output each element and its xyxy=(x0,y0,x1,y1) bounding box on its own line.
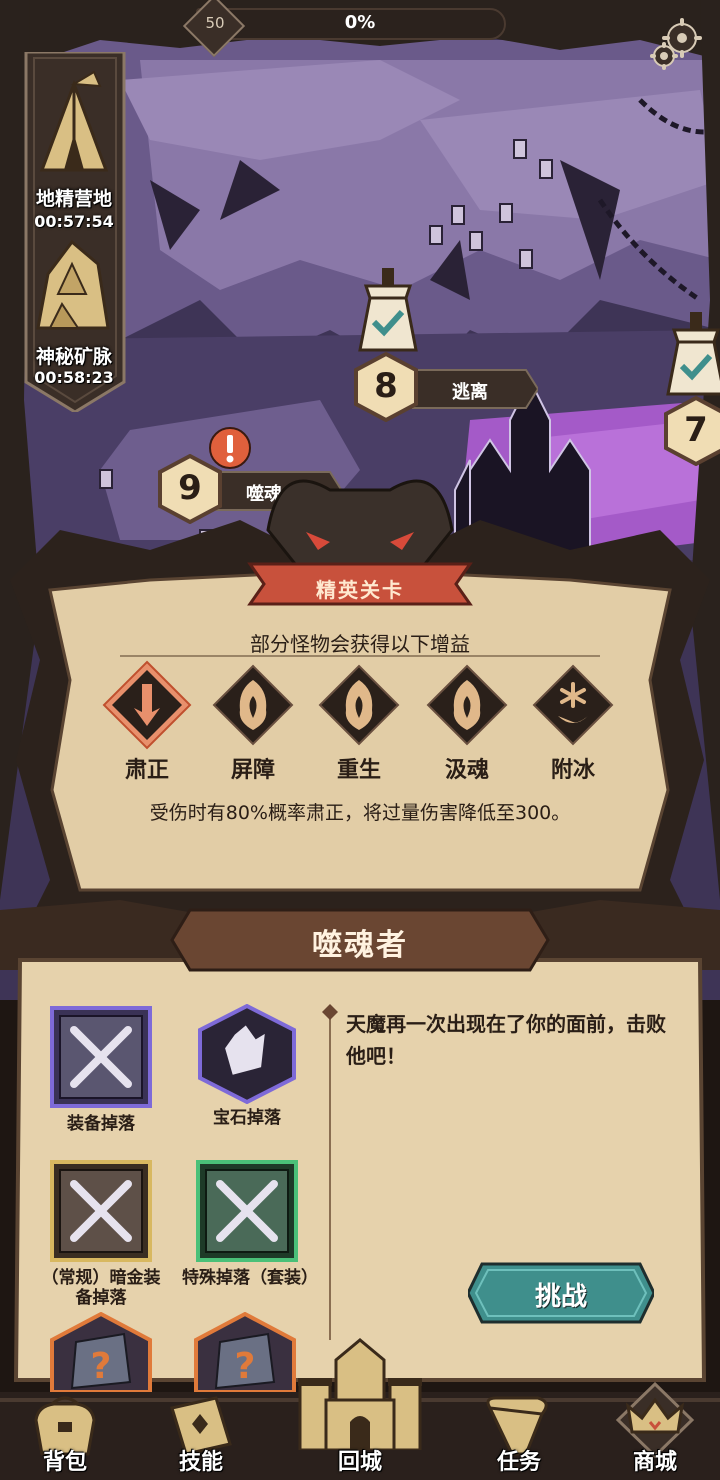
boss-name: 噬魂者 xyxy=(312,928,408,963)
buff-label: 附冰 xyxy=(550,758,595,783)
gear-icon[interactable] xyxy=(648,16,704,72)
drop-label: 特殊掉落（套装） xyxy=(182,1268,318,1288)
nav-label: 技能 xyxy=(178,1450,223,1475)
nav-label: 回城 xyxy=(337,1450,382,1475)
nav-tasks[interactable]: 任务 xyxy=(464,1392,574,1480)
drop-label: （常规）暗金装备掉落 xyxy=(41,1268,161,1308)
elite-subtitle: 部分怪物会获得以下增益 xyxy=(250,632,470,656)
nav-label: 商城 xyxy=(632,1450,677,1475)
nav-town[interactable]: 回城 xyxy=(292,1338,428,1480)
svg-text:?: ? xyxy=(91,1346,112,1387)
mystery-drop-icon[interactable]: ? xyxy=(190,1312,300,1392)
svg-text:?: ? xyxy=(235,1346,256,1387)
nav-label: 任务 xyxy=(496,1450,541,1475)
stage-label: 逃离 xyxy=(452,382,488,403)
buff-barrier[interactable]: 屏障 xyxy=(208,660,298,783)
flame-shield-icon xyxy=(212,664,294,746)
crossed-swords-icon xyxy=(50,1006,152,1108)
gem-crystal-icon xyxy=(198,1003,296,1105)
flame-shield-icon xyxy=(318,664,400,746)
stage-number: 7 xyxy=(684,410,708,450)
drop-equipment[interactable]: 装备掉落 xyxy=(36,1004,166,1134)
side-event-timer: 00:57:54 xyxy=(34,212,114,231)
challenge-button-label[interactable]: 挑战 xyxy=(468,1276,654,1313)
drop-special-set[interactable]: 特殊掉落（套装） xyxy=(182,1160,318,1288)
drop-gem[interactable]: 宝石掉落 xyxy=(182,1003,312,1128)
drop-label: 宝石掉落 xyxy=(213,1108,281,1128)
crossed-swords-icon xyxy=(196,1160,298,1262)
buff-label: 汲魂 xyxy=(444,758,489,783)
nav-skills[interactable]: 技能 xyxy=(146,1392,256,1480)
buff-frost[interactable]: 附冰 xyxy=(528,660,618,783)
side-event-label: 神秘矿脉 xyxy=(35,346,112,368)
buff-label: 重生 xyxy=(336,758,381,783)
stage-number: 8 xyxy=(374,366,398,406)
buff-rebirth[interactable]: 重生 xyxy=(314,660,404,783)
flame-shield-icon xyxy=(426,664,508,746)
snowflake-icon xyxy=(532,664,614,746)
ore-icon xyxy=(36,239,110,330)
crossed-swords-icon xyxy=(50,1160,152,1262)
level-value: 50 xyxy=(205,14,225,32)
nav-bag[interactable]: 背包 xyxy=(10,1392,120,1480)
sword-down-icon xyxy=(102,660,192,750)
buff-soul-drain[interactable]: 汲魂 xyxy=(422,660,512,783)
mystery-drop-icon[interactable]: ? xyxy=(46,1312,156,1392)
buff-description: 受伤时有80%概率肃正，将过量伤害降低至300。 xyxy=(149,802,571,824)
castle-icon xyxy=(298,1338,422,1450)
banner-flag-icon xyxy=(666,312,720,396)
boss-description: 天魔再一次出现在了你的面前，击败他吧！ xyxy=(346,1012,666,1068)
stage-node-8[interactable]: 8 逃离 xyxy=(348,268,548,428)
side-event-timer: 00:58:23 xyxy=(34,368,114,387)
stage-node-7[interactable]: 7 xyxy=(660,312,720,472)
buff-label: 肃正 xyxy=(124,758,169,783)
progress-value: 0% xyxy=(344,12,376,33)
banner-flag-icon xyxy=(358,268,418,352)
side-event-label: 地精营地 xyxy=(35,188,112,210)
buff-label: 屏障 xyxy=(230,758,275,783)
buff-purge[interactable]: 肃正 xyxy=(102,660,192,783)
tent-icon xyxy=(39,70,109,172)
drop-dark-gold-equipment[interactable]: （常规）暗金装备掉落 xyxy=(36,1160,166,1308)
side-event-mystic-vein[interactable]: 神秘矿脉 00:58:23 xyxy=(14,232,134,392)
side-event-goblin-camp[interactable]: 地精营地 00:57:54 xyxy=(14,60,134,240)
elite-title: 精英关卡 xyxy=(316,578,404,602)
nav-shop[interactable]: 商城 xyxy=(600,1382,710,1480)
nav-label: 背包 xyxy=(42,1450,87,1475)
drop-label: 装备掉落 xyxy=(67,1114,135,1134)
